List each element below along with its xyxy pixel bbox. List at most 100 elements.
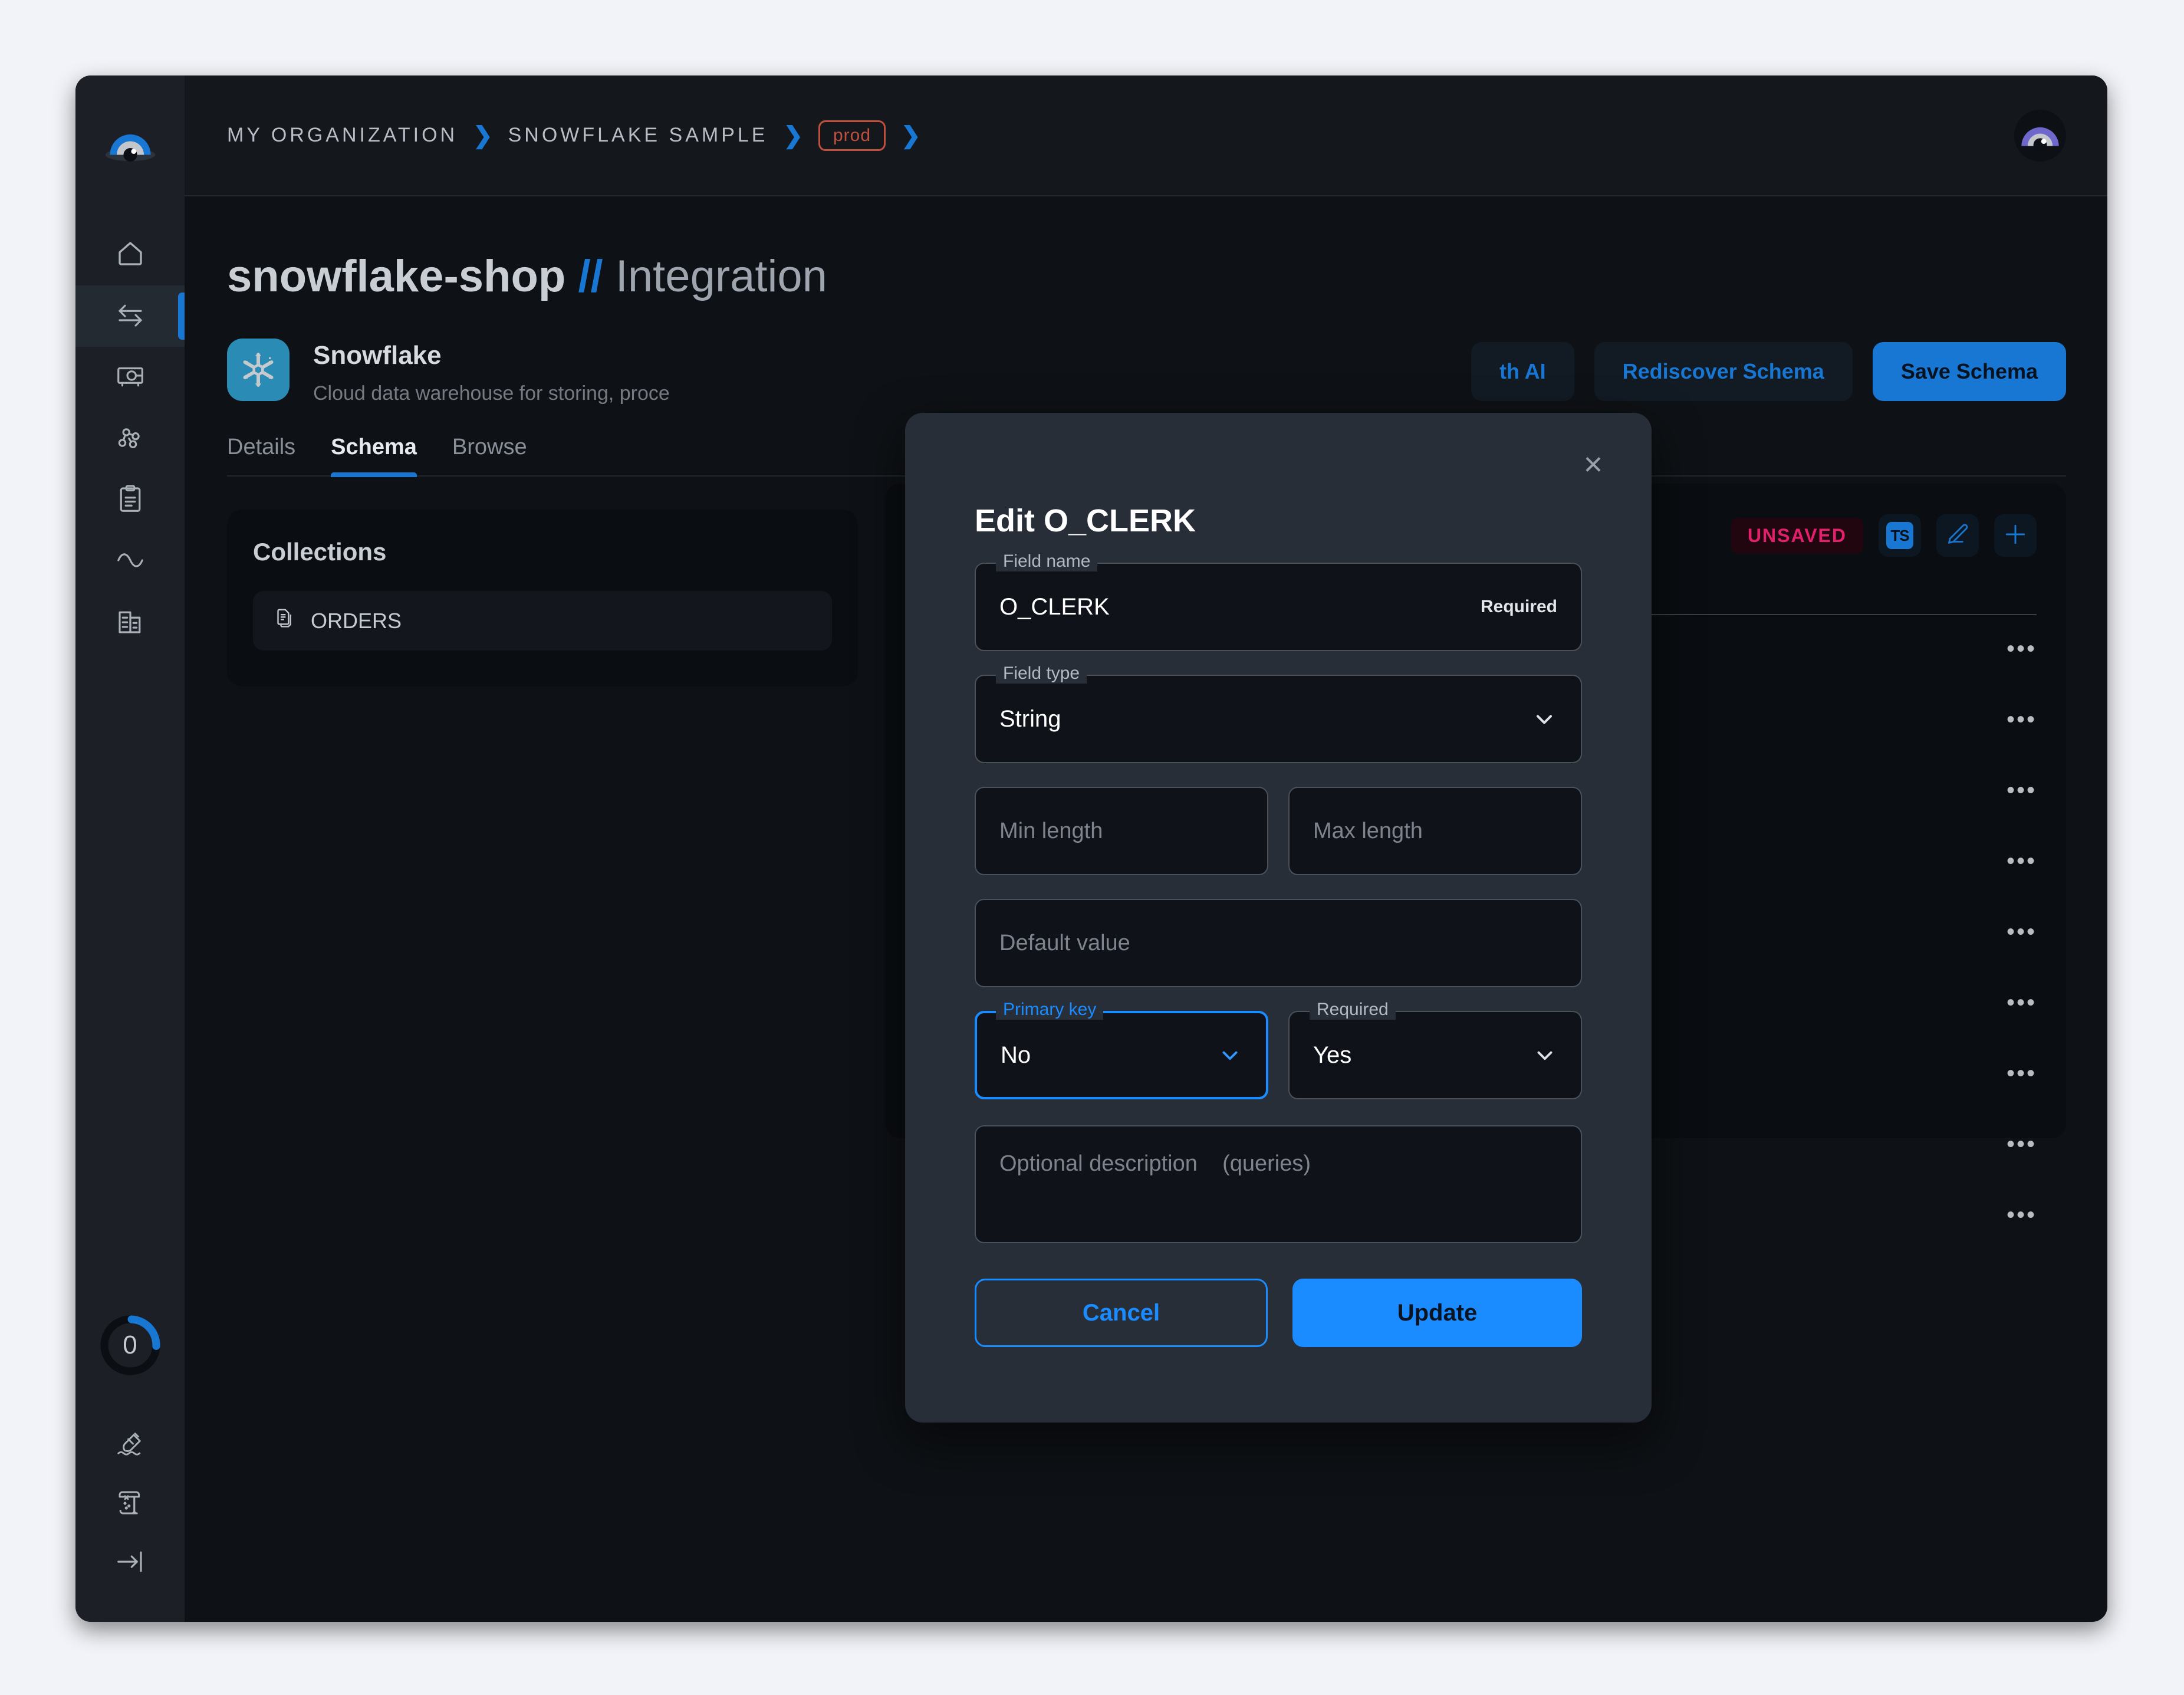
sidebar-item-integrations[interactable] <box>75 285 185 347</box>
min-length-input[interactable]: Min length <box>975 787 1268 875</box>
cancel-button[interactable]: Cancel <box>975 1279 1268 1347</box>
close-icon[interactable]: × <box>1571 442 1615 486</box>
generate-with-ai-button[interactable]: th AI <box>1471 342 1574 401</box>
usage-progress-value: 0 <box>123 1331 137 1359</box>
field-type-label: Field type <box>996 663 1087 684</box>
description-placeholder: Optional description (queries) <box>999 1151 1311 1176</box>
buildings-icon <box>114 606 146 640</box>
more-options-icon: ••• <box>2006 919 2037 945</box>
key-required-row: Primary key No Required Yes <box>975 987 1582 1099</box>
required-select[interactable]: Yes <box>1288 1011 1582 1099</box>
integration-description: Cloud data warehouse for storing, proce <box>313 382 670 405</box>
chevron-down-icon <box>1218 1043 1242 1067</box>
update-button[interactable]: Update <box>1292 1279 1582 1347</box>
top-bar: MY ORGANIZATION ❯ SNOWFLAKE SAMPLE ❯ pro… <box>185 75 2107 196</box>
max-length-input[interactable]: Max length <box>1288 787 1582 875</box>
integration-meta: Snowflake Cloud data warehouse for stori… <box>313 339 670 405</box>
breadcrumb-item-project[interactable]: SNOWFLAKE SAMPLE <box>508 124 768 147</box>
sidebar-item-logs[interactable] <box>75 469 185 531</box>
usage-progress-ring[interactable]: 0 <box>98 1313 163 1378</box>
breadcrumb: MY ORGANIZATION ❯ SNOWFLAKE SAMPLE ❯ pro… <box>227 120 921 151</box>
status-badge: UNSAVED <box>1731 517 1863 554</box>
documents-icon <box>272 606 295 635</box>
chevron-right-icon: ❯ <box>783 122 803 149</box>
clipboard-icon <box>114 483 146 518</box>
row-menu-button[interactable]: ••• <box>1884 1181 2037 1252</box>
row-menu-button[interactable]: ••• <box>1884 686 2037 757</box>
left-nav-rail: 0 <box>75 75 185 1622</box>
chevron-down-icon <box>1532 1043 1557 1067</box>
default-value-input[interactable]: Default value <box>975 899 1582 987</box>
required-value: Yes <box>1313 1042 1352 1068</box>
required-group: Required Yes <box>1288 1000 1582 1099</box>
more-options-icon: ••• <box>2006 777 2037 803</box>
more-options-icon: ••• <box>2006 707 2037 732</box>
min-length-group: Min length <box>975 787 1268 875</box>
safe-box-icon <box>114 360 146 395</box>
page-title: snowflake-shop // Integration <box>227 251 2066 302</box>
field-name-required-tag: Required <box>1480 597 1557 616</box>
column-header-actions <box>1883 571 2037 615</box>
save-schema-button[interactable]: Save Schema <box>1872 342 2066 401</box>
sidebar-collapse-button[interactable] <box>75 1533 185 1592</box>
description-textarea[interactable]: Optional description (queries) <box>975 1125 1582 1243</box>
field-name-label: Field name <box>996 551 1098 571</box>
page-title-sub: Integration <box>615 251 827 301</box>
min-length-placeholder: Min length <box>999 818 1103 843</box>
row-menu-button[interactable]: ••• <box>1884 969 2037 1040</box>
more-options-icon: ••• <box>2006 1060 2037 1086</box>
edit-schema-button[interactable] <box>1936 514 1979 557</box>
collections-panel: Collections ORDERS <box>227 510 858 686</box>
length-row: Min length Max length <box>975 763 1582 875</box>
field-type-value: String <box>999 705 1061 732</box>
pencil-icon <box>1945 521 1971 550</box>
snowflake-icon <box>227 339 290 401</box>
integration-header: Snowflake Cloud data warehouse for stori… <box>227 339 2066 405</box>
row-menu-button[interactable]: ••• <box>1884 615 2037 686</box>
field-type-select[interactable]: String <box>975 675 1582 763</box>
sidebar-item-changelog[interactable] <box>75 1474 185 1533</box>
app-window: 0 MY ORGANIZATION ❯ SNOWFLAKE SAMPLE ❯ p… <box>75 75 2107 1622</box>
sidebar-item-home[interactable] <box>75 224 185 285</box>
required-label: Required <box>1310 1000 1396 1020</box>
plus-icon <box>2002 521 2028 550</box>
row-menu-button[interactable]: ••• <box>1884 1040 2037 1111</box>
sidebar-item-vault[interactable] <box>75 347 185 408</box>
page-title-separator: // <box>578 251 603 301</box>
field-name-input[interactable]: O_CLERK Required <box>975 563 1582 651</box>
rail-secondary-items: 0 <box>75 1313 185 1592</box>
home-icon <box>114 238 146 272</box>
default-value-group: Default value <box>975 899 1582 987</box>
sidebar-item-metrics[interactable] <box>75 531 185 592</box>
row-menu-button[interactable]: ••• <box>1884 1111 2037 1181</box>
tab-details[interactable]: Details <box>227 435 295 475</box>
add-field-button[interactable] <box>1994 514 2037 557</box>
main-content: MY ORGANIZATION ❯ SNOWFLAKE SAMPLE ❯ pro… <box>185 75 2107 1622</box>
avatar[interactable] <box>2014 109 2066 162</box>
typescript-types-button[interactable]: TS <box>1879 514 1921 557</box>
network-nodes-icon <box>114 422 146 456</box>
more-options-icon: ••• <box>2006 636 2037 662</box>
breadcrumb-env-chip[interactable]: prod <box>818 120 886 151</box>
typescript-icon: TS <box>1886 522 1913 549</box>
dialog-actions: Cancel Update <box>975 1279 1582 1347</box>
collapse-sidebar-icon <box>114 1546 146 1581</box>
page-title-main: snowflake-shop <box>227 251 566 301</box>
tab-browse[interactable]: Browse <box>452 435 527 475</box>
rediscover-schema-button[interactable]: Rediscover Schema <box>1594 342 1853 401</box>
breadcrumb-item-organization[interactable]: MY ORGANIZATION <box>227 124 458 147</box>
sidebar-item-feedback[interactable] <box>75 1415 185 1474</box>
edit-field-dialog: × Edit O_CLERK Field name O_CLERK Requir… <box>905 413 1652 1423</box>
sidebar-item-network[interactable] <box>75 408 185 469</box>
app-logo-icon[interactable] <box>102 130 159 165</box>
tab-schema[interactable]: Schema <box>331 435 417 477</box>
row-menu-button[interactable]: ••• <box>1884 898 2037 969</box>
more-options-icon: ••• <box>2006 1202 2037 1228</box>
list-item[interactable]: ORDERS <box>253 591 832 651</box>
default-value-placeholder: Default value <box>999 930 1130 955</box>
row-menu-button[interactable]: ••• <box>1884 757 2037 827</box>
row-menu-button[interactable]: ••• <box>1884 827 2037 898</box>
sidebar-item-organizations[interactable] <box>75 592 185 653</box>
primary-key-select[interactable]: No <box>975 1011 1268 1099</box>
header-actions: th AI Rediscover Schema Save Schema <box>1471 342 2066 401</box>
